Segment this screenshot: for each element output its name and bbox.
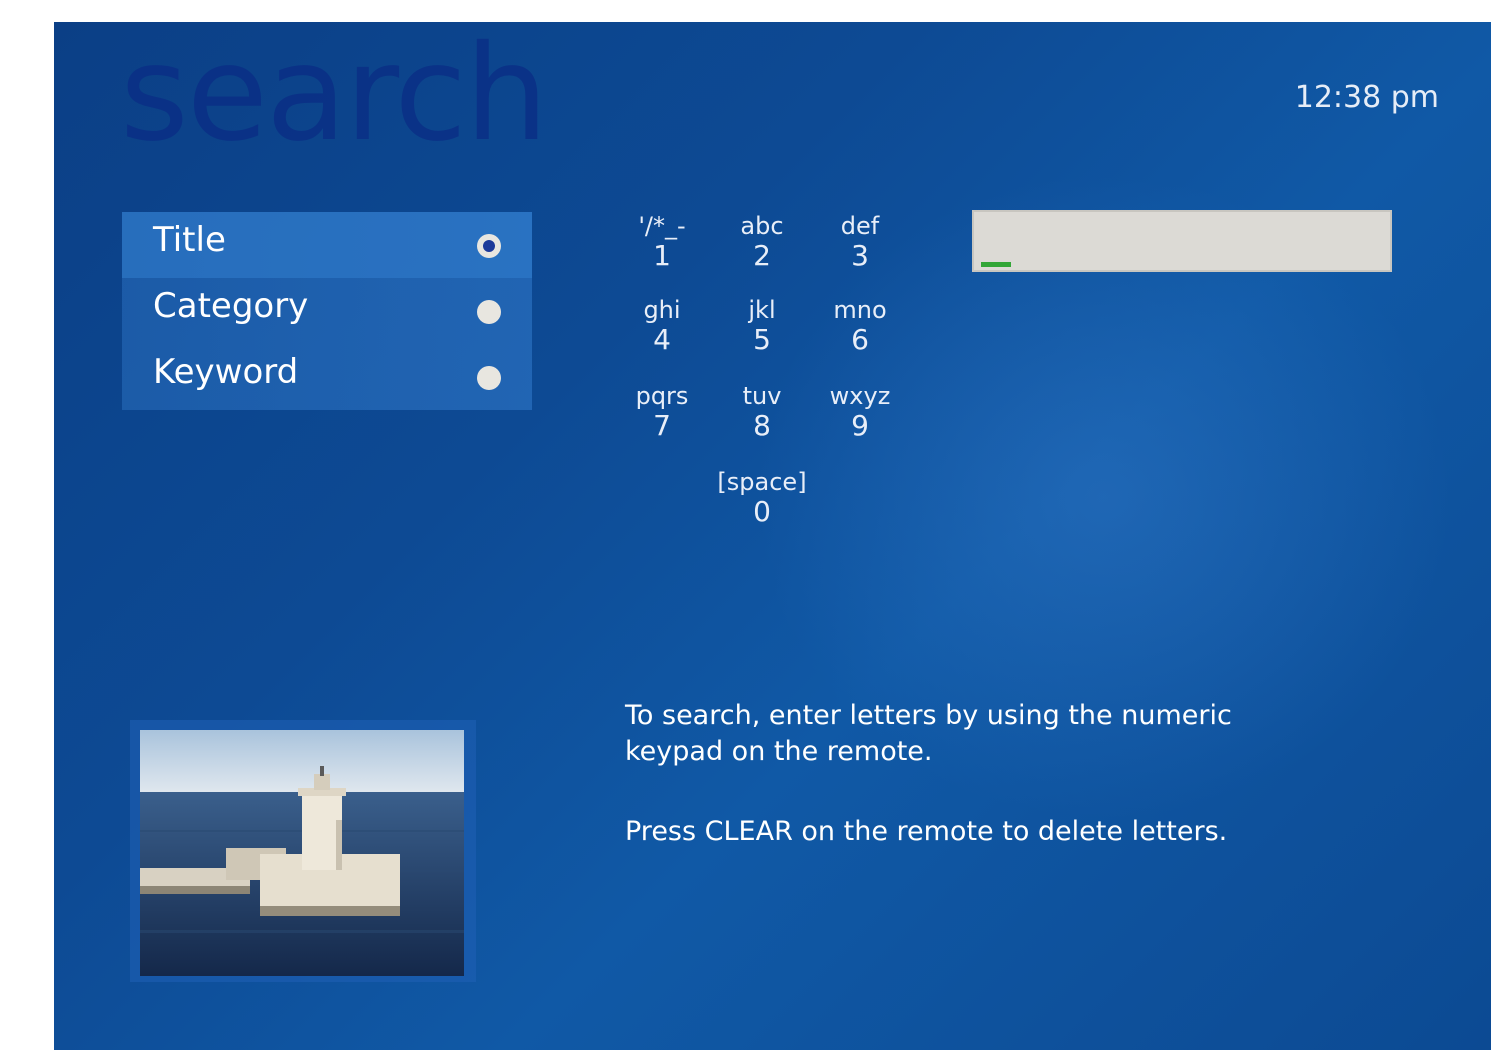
key-2[interactable]: abc 2 <box>714 212 810 272</box>
key-letters: abc <box>740 212 784 240</box>
search-input[interactable] <box>972 210 1392 272</box>
key-letters: def <box>840 212 880 240</box>
key-letters: pqrs <box>635 382 689 410</box>
key-digit: 9 <box>851 409 869 442</box>
key-3[interactable]: def 3 <box>812 212 908 272</box>
option-title-label: Title <box>153 220 226 260</box>
key-7[interactable]: pqrs 7 <box>614 382 710 442</box>
key-letters: wxyz <box>829 382 891 410</box>
key-digit: 3 <box>851 239 869 272</box>
key-6[interactable]: mno 6 <box>812 296 908 356</box>
key-letters: jkl <box>748 296 776 324</box>
option-keyword[interactable]: Keyword <box>122 344 532 410</box>
page-title: search <box>120 22 548 171</box>
key-letters: ghi <box>643 296 681 324</box>
key-letters: [space] <box>717 468 807 496</box>
key-8[interactable]: tuv 8 <box>714 382 810 442</box>
instruction-enter-letters: To search, enter letters by using the nu… <box>625 700 1232 767</box>
key-9[interactable]: wxyz 9 <box>812 382 908 442</box>
key-digit: 4 <box>653 323 671 356</box>
instruction-clear: Press CLEAR on the remote to delete lett… <box>625 816 1228 847</box>
key-4[interactable]: ghi 4 <box>614 296 710 356</box>
key-digit: 7 <box>653 409 671 442</box>
numeric-keypad-legend: '/*_- 1 abc 2 def 3 ghi 4 jkl 5 mno 6 pq… <box>614 212 914 542</box>
key-letters: '/*_- <box>638 212 686 240</box>
key-letters: mno <box>833 296 887 324</box>
key-digit: 5 <box>753 323 771 356</box>
lighthouse-thumbnail <box>130 720 476 982</box>
key-5[interactable]: jkl 5 <box>714 296 810 356</box>
key-0[interactable]: [space] 0 <box>714 468 810 528</box>
lighthouse-image <box>140 730 464 976</box>
key-digit: 6 <box>851 323 869 356</box>
instructions: To search, enter letters by using the nu… <box>625 698 1325 894</box>
clock: 12:38 pm <box>1294 80 1439 115</box>
key-digit: 2 <box>753 239 771 272</box>
media-center-screen: search 12:38 pm Title Category Keyword '… <box>54 22 1491 1050</box>
key-digit: 8 <box>753 409 771 442</box>
key-digit: 0 <box>753 495 771 528</box>
option-title[interactable]: Title <box>122 212 532 278</box>
option-keyword-label: Keyword <box>153 352 299 392</box>
key-letters: tuv <box>742 382 782 410</box>
key-digit: 1 <box>653 239 671 272</box>
radio-unselected-icon[interactable] <box>477 300 501 324</box>
search-type-list: Title Category Keyword <box>122 212 532 410</box>
key-1[interactable]: '/*_- 1 <box>614 212 710 272</box>
radio-selected-icon[interactable] <box>477 234 501 258</box>
radio-unselected-icon[interactable] <box>477 366 501 390</box>
option-category-label: Category <box>153 286 309 326</box>
option-category[interactable]: Category <box>122 278 532 344</box>
